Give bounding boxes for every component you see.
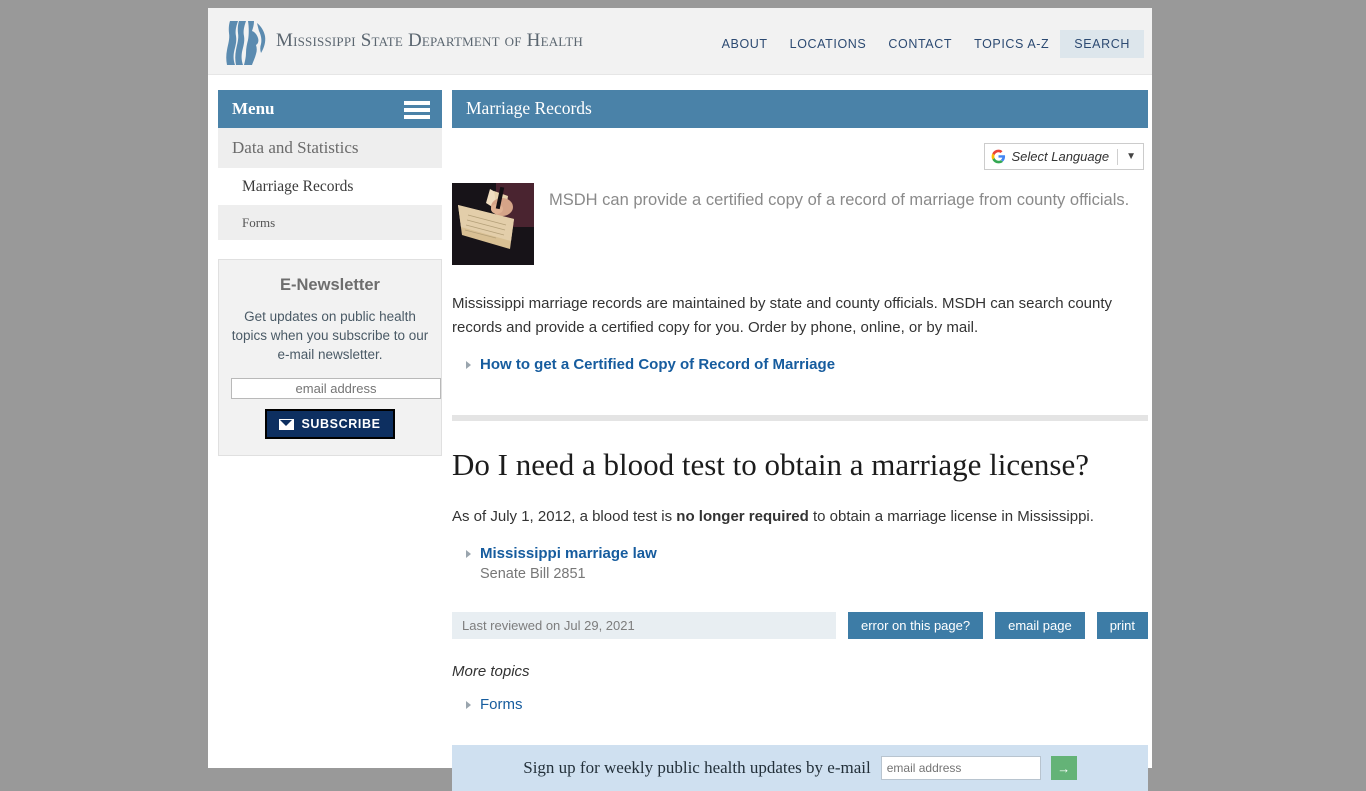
- intro-text: MSDH can provide a certified copy of a r…: [549, 191, 1130, 209]
- msdh-profiles-logo[interactable]: [224, 17, 270, 67]
- list-item: Forms: [466, 694, 1148, 715]
- more-topics-heading: More topics: [452, 663, 530, 680]
- nav-about[interactable]: ABOUT: [711, 30, 779, 58]
- chevron-down-icon[interactable]: ▼: [1126, 151, 1139, 162]
- link-sub-note: Senate Bill 2851: [480, 566, 586, 582]
- nav-contact[interactable]: CONTACT: [877, 30, 963, 58]
- sidebar-menu-header[interactable]: Menu: [218, 90, 442, 128]
- sidebar-menu-label: Menu: [232, 99, 275, 118]
- site-masthead: Mississippi State Department of Health A…: [208, 8, 1152, 75]
- section-divider: [452, 415, 1148, 421]
- translate-row: Select Language ▼: [452, 128, 1148, 180]
- site-brand-title: Mississippi State Department of Health: [276, 30, 583, 51]
- last-reviewed-label: Last reviewed on Jul 29, 2021: [452, 612, 836, 639]
- section-paragraph-bold: no longer required: [676, 508, 809, 525]
- print-button[interactable]: print: [1096, 612, 1148, 639]
- intro-block: MSDH can provide a certified copy of a r…: [452, 180, 1148, 268]
- signup-text: Sign up for weekly public health updates…: [523, 758, 871, 777]
- hamburger-icon[interactable]: [404, 101, 430, 119]
- list-item: Mississippi marriage law Senate Bill 285…: [466, 543, 1148, 584]
- section-paragraph-suffix: to obtain a marriage license in Mississi…: [808, 508, 1094, 525]
- newsletter-subscribe-button[interactable]: SUBSCRIBE: [265, 409, 395, 439]
- translate-label: Select Language: [1011, 149, 1110, 164]
- sidebar: Menu Data and Statistics Marriage Record…: [218, 90, 442, 456]
- page-title: Marriage Records: [466, 98, 592, 118]
- primary-link-list: How to get a Certified Copy of Record of…: [452, 354, 1148, 375]
- top-navigation: ABOUT LOCATIONS CONTACT TOPICS A-Z SEARC…: [711, 30, 1144, 58]
- section-paragraph-prefix: As of July 1, 2012, a blood test is: [452, 508, 677, 525]
- email-signup-bar: Sign up for weekly public health updates…: [452, 745, 1148, 791]
- nav-locations[interactable]: LOCATIONS: [779, 30, 878, 58]
- section-paragraph: As of July 1, 2012, a blood test is no l…: [452, 505, 1148, 529]
- page-container: Mississippi State Department of Health A…: [208, 8, 1152, 791]
- report-error-button[interactable]: error on this page?: [847, 612, 984, 639]
- google-g-icon: [991, 149, 1006, 164]
- e-newsletter-box: E-Newsletter Get updates on public healt…: [218, 259, 442, 456]
- translate-divider: [1117, 148, 1119, 165]
- sidebar-item-marriage-records[interactable]: Marriage Records: [218, 169, 442, 206]
- sidebar-item-data-and-statistics[interactable]: Data and Statistics: [218, 128, 442, 169]
- link-forms[interactable]: Forms: [480, 696, 523, 713]
- intro-paragraph: Mississippi marriage records are maintai…: [452, 295, 1113, 336]
- section-link-list: Mississippi marriage law Senate Bill 285…: [452, 543, 1148, 584]
- marriage-record-photo: [452, 183, 534, 265]
- email-page-button[interactable]: email page: [995, 612, 1085, 639]
- link-mississippi-marriage-law[interactable]: Mississippi marriage law: [480, 545, 657, 562]
- newsletter-email-input[interactable]: [231, 378, 441, 399]
- signup-submit-button[interactable]: →: [1050, 756, 1077, 780]
- main-content: Marriage Records Select Language ▼ MSDH …: [452, 90, 1148, 791]
- newsletter-heading: E-Newsletter: [280, 276, 380, 294]
- page-title-bar: Marriage Records: [452, 90, 1148, 128]
- list-item: How to get a Certified Copy of Record of…: [466, 354, 1148, 375]
- envelope-icon: [279, 418, 295, 430]
- sidebar-item-forms[interactable]: Forms: [218, 206, 442, 241]
- nav-search[interactable]: SEARCH: [1060, 30, 1144, 58]
- more-topics-list: Forms: [452, 694, 1148, 715]
- nav-topics-a-z[interactable]: TOPICS A-Z: [963, 30, 1060, 58]
- newsletter-description: Get updates on public health topics when…: [231, 309, 429, 362]
- page-meta-row: Last reviewed on Jul 29, 2021 error on t…: [452, 612, 1148, 639]
- link-certified-copy-of-record-of-marriage[interactable]: How to get a Certified Copy of Record of…: [480, 356, 835, 373]
- google-translate-widget[interactable]: Select Language ▼: [983, 143, 1144, 170]
- signup-email-input[interactable]: [880, 756, 1041, 780]
- subscribe-label: SUBSCRIBE: [301, 417, 381, 431]
- section-heading: Do I need a blood test to obtain a marri…: [452, 447, 1089, 482]
